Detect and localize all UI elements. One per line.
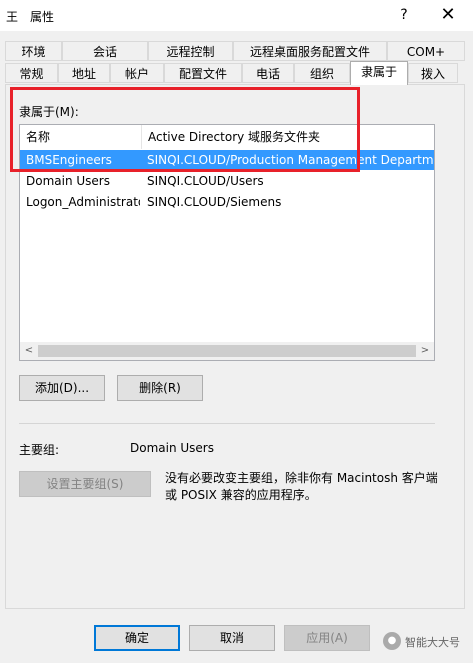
list-item-folder: SINQI.CLOUD/Users (147, 174, 264, 188)
tab-organization[interactable]: 组织 (294, 63, 350, 83)
scroll-left-icon[interactable]: < (22, 344, 36, 358)
ok-button[interactable]: 确定 (94, 625, 180, 651)
tab-address[interactable]: 地址 (58, 63, 110, 83)
tab-sessions[interactable]: 会话 (62, 41, 148, 61)
close-button[interactable]: ✕ (433, 4, 463, 26)
tab-environment[interactable]: 环境 (5, 41, 62, 61)
watermark: ● 智能大大号 (383, 628, 473, 656)
window-title: 王 属性 (6, 10, 55, 24)
divider (19, 423, 435, 424)
help-button[interactable]: ? (392, 5, 416, 25)
tab-member-of[interactable]: 隶属于 (350, 61, 408, 85)
primary-group-label: 主要组: (19, 443, 60, 457)
tab-com-plus[interactable]: COM+ (387, 41, 465, 61)
annotation-highlight-box (10, 87, 360, 172)
tab-remote-control[interactable]: 远程控制 (148, 41, 233, 61)
add-button[interactable]: 添加(D)... (19, 375, 105, 401)
title-bar: 王 属性 ? ✕ (0, 0, 473, 31)
list-item-name: Logon_Administrators (26, 195, 140, 209)
primary-group-note: 没有必要改变主要组，除非你有 Macintosh 客户端或 POSIX 兼容的应… (165, 471, 438, 502)
tab-profile[interactable]: 配置文件 (164, 63, 242, 83)
list-item[interactable]: Logon_Administrators SINQI.CLOUD/Siemens (20, 192, 434, 212)
cancel-button[interactable]: 取消 (189, 625, 275, 651)
list-item-folder: SINQI.CLOUD/Siemens (147, 195, 282, 209)
horizontal-scrollbar[interactable]: < > (20, 342, 434, 360)
scroll-thumb[interactable] (38, 345, 416, 357)
tab-rds-profile[interactable]: 远程桌面服务配置文件 (233, 41, 387, 61)
list-item-name: Domain Users (26, 174, 110, 188)
primary-group-value: Domain Users (130, 441, 214, 455)
wechat-icon: ● (383, 632, 401, 650)
scroll-right-icon[interactable]: > (418, 344, 432, 358)
tab-dial-in[interactable]: 拨入 (408, 63, 458, 83)
watermark-text: 智能大大号 (405, 636, 460, 649)
set-primary-group-button[interactable]: 设置主要组(S) (19, 471, 151, 497)
remove-button[interactable]: 删除(R) (117, 375, 203, 401)
apply-button[interactable]: 应用(A) (284, 625, 370, 651)
list-item[interactable]: Domain Users SINQI.CLOUD/Users (20, 171, 434, 191)
tab-telephones[interactable]: 电话 (242, 63, 294, 83)
tab-general[interactable]: 常规 (5, 63, 58, 83)
tab-account[interactable]: 帐户 (110, 63, 164, 83)
